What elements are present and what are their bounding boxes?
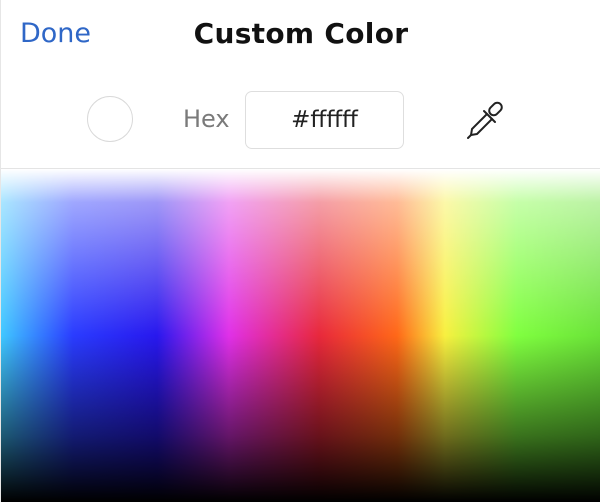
hex-label: Hex bbox=[183, 105, 230, 133]
hex-input[interactable] bbox=[245, 91, 404, 149]
color-swatch[interactable] bbox=[87, 96, 133, 142]
done-button[interactable]: Done bbox=[20, 14, 91, 54]
color-toolbar: Hex bbox=[1, 68, 600, 169]
header: Done Custom Color bbox=[1, 0, 600, 68]
eyedropper-icon[interactable] bbox=[463, 99, 507, 143]
color-spectrum[interactable] bbox=[1, 169, 600, 502]
custom-color-picker: Done Custom Color Hex bbox=[0, 0, 600, 502]
